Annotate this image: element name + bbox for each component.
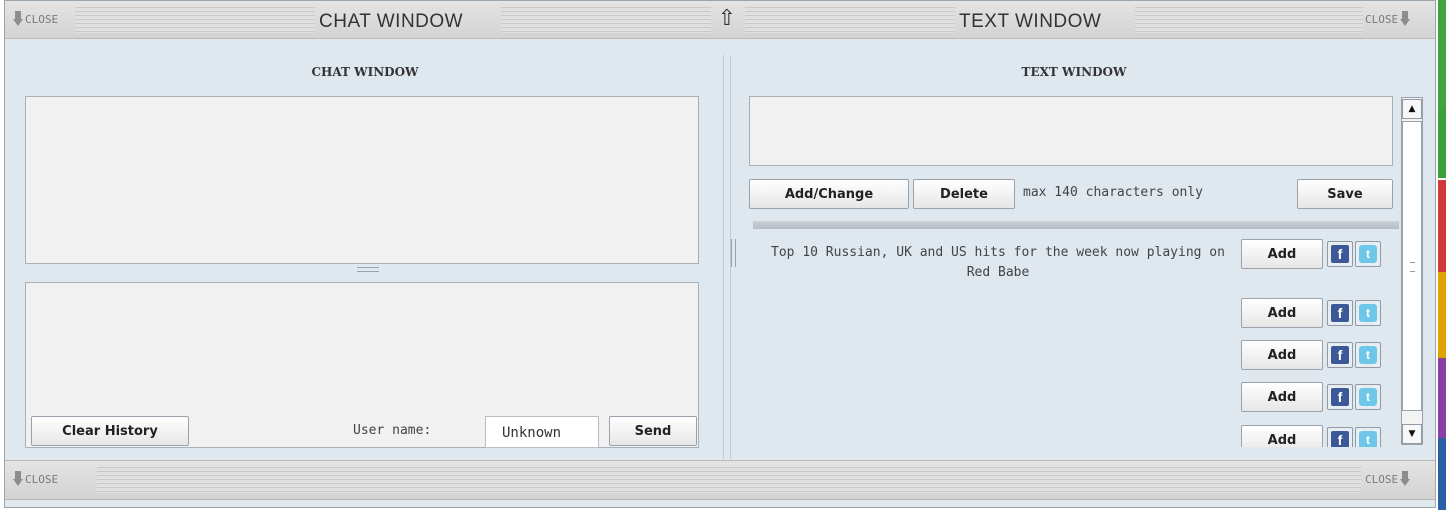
- facebook-share-button[interactable]: f: [1327, 300, 1353, 326]
- text-panel-title: TEXT WINDOW: [1021, 65, 1127, 79]
- facebook-share-button[interactable]: f: [1327, 427, 1353, 447]
- separator: [753, 221, 1399, 229]
- down-arrow-icon: [1400, 11, 1411, 27]
- bar-stripes: [1135, 7, 1363, 33]
- twitter-share-button[interactable]: t: [1355, 241, 1381, 267]
- bar-stripes: [501, 7, 711, 33]
- bar-stripes: [97, 467, 1361, 493]
- add-change-button[interactable]: Add/Change: [749, 179, 909, 209]
- bar-stripes: [745, 7, 955, 33]
- facebook-share-button[interactable]: f: [1327, 384, 1353, 410]
- twitter-icon: t: [1359, 346, 1377, 364]
- facebook-icon: f: [1331, 388, 1349, 406]
- twitter-share-button[interactable]: t: [1355, 342, 1381, 368]
- facebook-share-button[interactable]: f: [1327, 241, 1353, 267]
- add-message-button[interactable]: Add: [1241, 239, 1323, 269]
- close-label: CLOSE: [1365, 12, 1399, 26]
- add-message-button[interactable]: Add: [1241, 425, 1323, 447]
- chat-text-widget: CLOSE CHAT WINDOW ⇧ TEXT WINDOW CLOSE CH…: [4, 0, 1436, 508]
- chat-window-bar-title[interactable]: CHAT WINDOW: [319, 11, 463, 33]
- twitter-icon: t: [1359, 388, 1377, 406]
- close-label: CLOSE: [1365, 472, 1399, 486]
- add-message-button[interactable]: Add: [1241, 298, 1323, 328]
- max-characters-note: max 140 characters only: [1023, 185, 1204, 200]
- text-window-bar-title[interactable]: TEXT WINDOW: [959, 11, 1101, 33]
- facebook-icon: f: [1331, 304, 1349, 322]
- facebook-icon: f: [1331, 245, 1349, 263]
- scroll-down-button[interactable]: ▼: [1402, 424, 1422, 444]
- facebook-icon: f: [1331, 431, 1349, 447]
- side-tab[interactable]: [1438, 358, 1446, 438]
- clear-history-button[interactable]: Clear History: [31, 416, 189, 446]
- close-label: CLOSE: [25, 472, 59, 486]
- list-clip: Add f t: [1241, 423, 1397, 447]
- close-label: CLOSE: [25, 12, 59, 26]
- user-name-label: User name:: [353, 423, 432, 438]
- twitter-share-button[interactable]: t: [1355, 427, 1381, 447]
- close-top-left-button[interactable]: CLOSE: [13, 11, 58, 27]
- twitter-icon: t: [1359, 245, 1377, 263]
- text-entry-box[interactable]: [749, 96, 1393, 166]
- top-toolbar: CLOSE CHAT WINDOW ⇧ TEXT WINDOW CLOSE: [5, 1, 1435, 39]
- close-top-right-button[interactable]: CLOSE: [1365, 11, 1411, 27]
- save-button[interactable]: Save: [1297, 179, 1393, 209]
- facebook-share-button[interactable]: f: [1327, 342, 1353, 368]
- twitter-icon: t: [1359, 304, 1377, 322]
- user-name-input[interactable]: Unknown: [485, 416, 599, 448]
- bar-stripes: [75, 7, 315, 33]
- panel-divider: [723, 55, 731, 459]
- close-bottom-left-button[interactable]: CLOSE: [13, 471, 58, 487]
- twitter-share-button[interactable]: t: [1355, 300, 1381, 326]
- side-tab[interactable]: [1438, 110, 1446, 178]
- grip-icon: [1410, 262, 1415, 272]
- side-tabs: [1436, 0, 1448, 510]
- scroll-up-button[interactable]: ▲: [1402, 99, 1422, 119]
- send-button[interactable]: Send: [609, 416, 697, 446]
- twitter-icon: t: [1359, 431, 1377, 447]
- down-arrow-icon: [13, 471, 23, 487]
- resize-handle-horizontal[interactable]: [357, 267, 379, 272]
- scrollbar-thumb[interactable]: [1402, 121, 1422, 411]
- bottom-toolbar: CLOSE CLOSE: [5, 460, 1435, 500]
- down-arrow-icon: [13, 11, 23, 27]
- message-item-text: Top 10 Russian, UK and US hits for the w…: [771, 245, 1225, 280]
- add-message-button[interactable]: Add: [1241, 382, 1323, 412]
- up-arrow-icon[interactable]: ⇧: [717, 6, 737, 32]
- resize-handle-vertical[interactable]: [731, 239, 736, 267]
- close-bottom-right-button[interactable]: CLOSE: [1365, 471, 1411, 487]
- side-tab[interactable]: [1438, 0, 1446, 110]
- add-message-button[interactable]: Add: [1241, 340, 1323, 370]
- side-tab[interactable]: [1438, 272, 1446, 358]
- twitter-share-button[interactable]: t: [1355, 384, 1381, 410]
- chat-history-box[interactable]: [25, 96, 699, 264]
- facebook-icon: f: [1331, 346, 1349, 364]
- down-arrow-icon: [1400, 471, 1411, 487]
- side-tab[interactable]: [1438, 438, 1446, 510]
- delete-button[interactable]: Delete: [913, 179, 1015, 209]
- side-tab[interactable]: [1438, 180, 1446, 272]
- chat-panel-title: CHAT WINDOW: [311, 65, 419, 79]
